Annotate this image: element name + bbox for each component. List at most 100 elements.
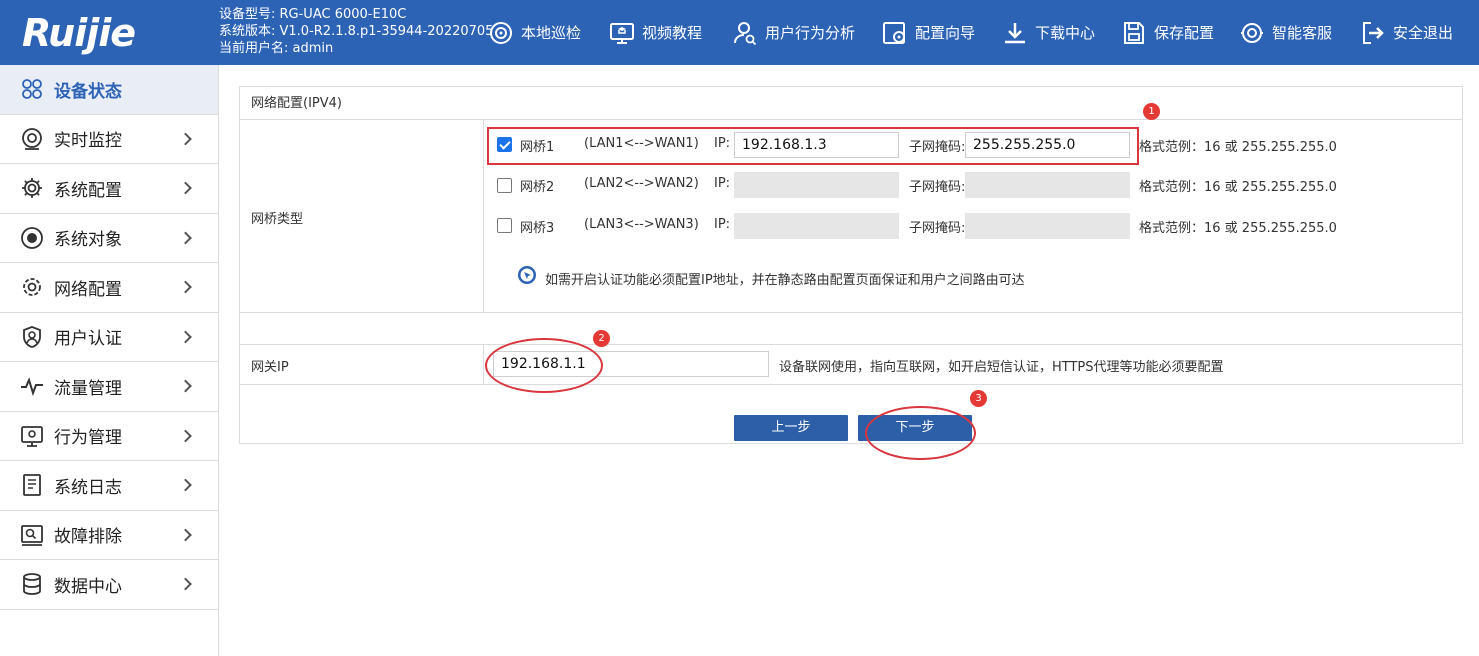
sidebar-item-label: 系统对象 <box>54 230 122 251</box>
chevron-right-icon <box>179 330 192 344</box>
troubleshoot-icon <box>19 522 45 548</box>
save-icon <box>1121 20 1147 46</box>
bridge2-format-hint: 格式范例：16 或 255.255.255.0 <box>1139 180 1337 195</box>
config-wizard-icon <box>882 20 908 46</box>
top-header: Ruijie 设备型号: RG-UAC 6000-E10C 系统版本: V1.0… <box>0 0 1479 65</box>
device-status-icon <box>19 76 45 102</box>
bridge1-format-hint: 格式范例：16 或 255.255.255.0 <box>1139 140 1337 155</box>
svg-text:Ruijie: Ruijie <box>22 11 135 55</box>
user-shield-icon <box>19 324 45 350</box>
bridge3-mask-input[interactable] <box>965 213 1130 239</box>
logout-icon <box>1360 20 1386 46</box>
bridge2-ip-input[interactable] <box>734 172 899 198</box>
sidebar-item-label: 实时监控 <box>54 131 122 152</box>
sidebar-item-label: 设备状态 <box>54 81 122 102</box>
annotation-ellipse-next <box>865 406 976 460</box>
divider <box>240 384 1462 385</box>
device-model: 设备型号: RG-UAC 6000-E10C <box>219 7 407 22</box>
bridge-type-label: 网桥类型 <box>251 212 304 227</box>
sidebar-item-network-config[interactable]: 网络配置 <box>0 263 218 313</box>
divider <box>483 344 484 384</box>
sidebar-item-system-object[interactable]: 系统对象 <box>0 214 218 263</box>
chevron-right-icon <box>179 429 192 443</box>
chevron-right-icon <box>179 577 192 591</box>
chevron-right-icon <box>179 181 192 195</box>
panel-title: 网络配置(IPV4) <box>240 87 1462 120</box>
bridge2-mask-input[interactable] <box>965 172 1130 198</box>
nav-download-center[interactable]: 下载中心 <box>1002 0 1095 65</box>
bridge3-ip-input[interactable] <box>734 213 899 239</box>
sidebar-item-data-center[interactable]: 数据中心 <box>0 560 218 610</box>
nav-user-analysis[interactable]: 用户行为分析 <box>732 0 855 65</box>
bridge2-checkbox[interactable] <box>497 178 512 193</box>
prev-step-button[interactable]: 上一步 <box>734 415 848 441</box>
sidebar-item-troubleshoot[interactable]: 故障排除 <box>0 511 218 560</box>
gateway-label: 网关IP <box>251 360 289 375</box>
divider <box>240 312 1462 313</box>
nav-save-config[interactable]: 保存配置 <box>1121 0 1214 65</box>
annotation-ellipse-gateway <box>485 338 603 393</box>
nav-inspect[interactable]: 本地巡检 <box>488 0 581 65</box>
database-icon <box>19 571 45 597</box>
chevron-right-icon <box>179 231 192 245</box>
sidebar-item-user-auth[interactable]: 用户认证 <box>0 313 218 362</box>
bridge3-mask-label: 子网掩码: <box>909 221 966 236</box>
chevron-right-icon <box>179 379 192 393</box>
nav-video-tutorial[interactable]: 视频教程 <box>609 0 702 65</box>
gateway-hint: 设备联网使用，指向互联网，如开启短信认证，HTTPS代理等功能必须要配置 <box>779 360 1224 375</box>
sidebar-item-label: 故障排除 <box>54 527 122 548</box>
sidebar-item-device-status[interactable]: 设备状态 <box>0 65 218 115</box>
annotation-badge-2: 2 <box>593 330 610 347</box>
sidebar-item-label: 系统配置 <box>54 180 122 201</box>
system-version: 系统版本: V1.0-R2.1.8.p1-35944-20220705 <box>219 24 494 39</box>
sidebar-item-label: 系统日志 <box>54 477 122 498</box>
sidebar-item-system-config[interactable]: 系统配置 <box>0 164 218 214</box>
bridge2-name: 网桥2 <box>520 180 555 195</box>
bridge2-mask-label: 子网掩码: <box>909 180 966 195</box>
sidebar-item-label: 行为管理 <box>54 428 122 449</box>
sidebar-item-system-log[interactable]: 系统日志 <box>0 461 218 511</box>
network-gear-icon <box>19 274 45 300</box>
user-analysis-icon <box>732 20 758 46</box>
info-icon <box>518 266 536 284</box>
download-icon <box>1002 20 1028 46</box>
pulse-icon <box>19 373 45 399</box>
object-icon <box>19 225 45 251</box>
nav-logout[interactable]: 安全退出 <box>1360 0 1453 65</box>
bridge3-checkbox[interactable] <box>497 218 512 233</box>
ruijie-logo: Ruijie <box>22 11 136 55</box>
sidebar-item-traffic-manage[interactable]: 流量管理 <box>0 362 218 412</box>
annotation-badge-1: 1 <box>1143 103 1160 120</box>
log-icon <box>19 472 45 498</box>
divider <box>240 344 1462 345</box>
sidebar-item-behavior-manage[interactable]: 行为管理 <box>0 412 218 461</box>
chevron-right-icon <box>179 528 192 542</box>
sidebar-item-label: 数据中心 <box>54 576 122 597</box>
annotation-badge-3: 3 <box>970 390 987 407</box>
bridge3-mapping: (LAN3<-->WAN3) <box>584 217 699 232</box>
current-user: 当前用户名: admin <box>219 41 334 56</box>
sidebar-item-realtime-monitor[interactable]: 实时监控 <box>0 115 218 164</box>
video-tutorial-icon <box>609 20 635 46</box>
chevron-right-icon <box>179 478 192 492</box>
divider <box>483 120 484 312</box>
bridge2-mapping: (LAN2<-->WAN2) <box>584 176 699 191</box>
nav-config-wizard[interactable]: 配置向导 <box>882 0 975 65</box>
bridge2-ip-label: IP: <box>714 176 731 191</box>
nav-smart-support[interactable]: 智能客服 <box>1239 0 1332 65</box>
bridge3-format-hint: 格式范例：16 或 255.255.255.0 <box>1139 221 1337 236</box>
inspect-icon <box>488 20 514 46</box>
chevron-right-icon <box>179 132 192 146</box>
sidebar-item-label: 流量管理 <box>54 378 122 399</box>
auth-notice: 如需开启认证功能必须配置IP地址，并在静态路由配置页面保证和用户之间路由可达 <box>545 273 1025 288</box>
annotation-box-bridge1 <box>487 127 1139 165</box>
bridge3-ip-label: IP: <box>714 217 731 232</box>
sidebar-item-label: 网络配置 <box>54 279 122 300</box>
gear-icon <box>19 175 45 201</box>
sidebar: 设备状态 实时监控 系统配置 系统对象 网络配置 用户认证 流量管理 行为管理 … <box>0 65 219 656</box>
support-icon <box>1239 20 1265 46</box>
sidebar-item-label: 用户认证 <box>54 329 122 350</box>
monitor-icon <box>19 126 45 152</box>
bridge3-name: 网桥3 <box>520 221 555 236</box>
chevron-right-icon <box>179 280 192 294</box>
